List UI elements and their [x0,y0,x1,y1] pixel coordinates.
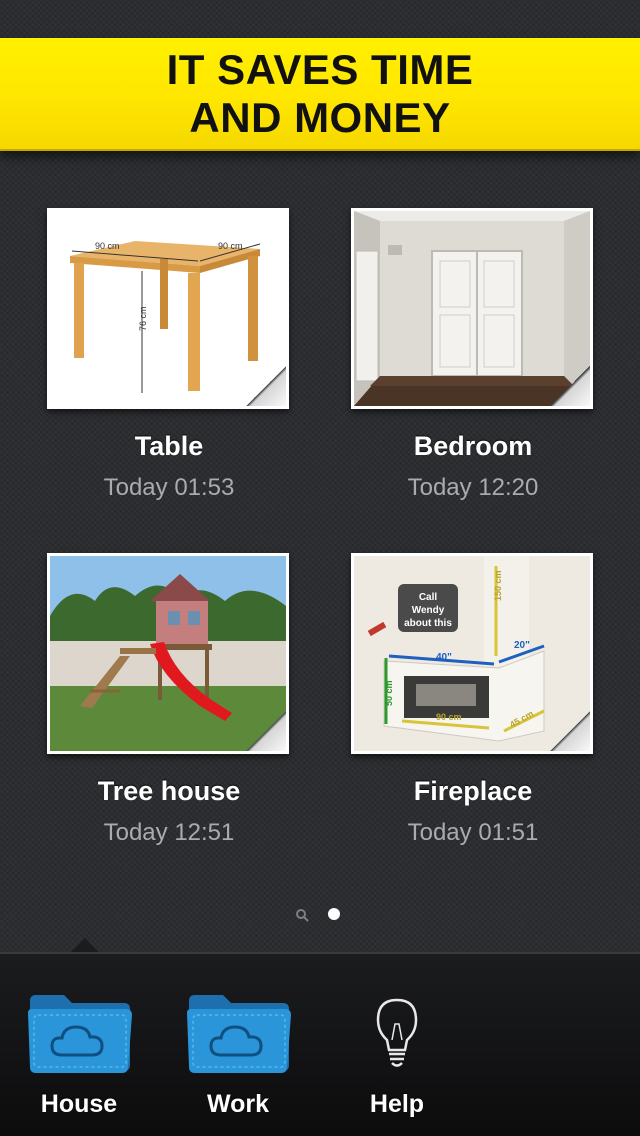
project-time: Today 12:51 [103,819,235,846]
page-control[interactable] [295,906,345,922]
project-time: Today 01:51 [407,819,539,846]
table-dim-depth: 90 cm [218,241,243,251]
promo-banner: IT SAVES TIME AND MONEY [0,38,640,151]
page-curl [547,708,590,751]
project-time: Today 12:20 [407,474,539,501]
project-card-bedroom[interactable]: Bedroom Today 12:20 [351,208,595,502]
project-title: Fireplace [413,776,533,806]
project-title: Tree house [97,776,241,806]
project-card-table[interactable]: 90 cm 90 cm 76 cm Table Today 01:53 [47,208,291,502]
project-title: Bedroom [413,431,533,461]
tab-bar: House Work Help [0,952,640,1136]
table-thumbnail[interactable]: 90 cm 90 cm 76 cm [47,208,289,409]
bedroom-thumbnail[interactable] [351,208,593,409]
project-card-fireplace[interactable]: Call Wendy about this 40" 20" 50 cm 90 c… [351,553,595,847]
tab-label: Work [206,1090,270,1118]
search-page-icon[interactable] [295,908,309,922]
tab-work[interactable]: Work [173,988,303,1119]
fireplace-thumbnail[interactable]: Call Wendy about this 40" 20" 50 cm 90 c… [351,553,593,754]
page-curl [243,363,286,406]
page-dot-active[interactable] [328,908,340,920]
folder-cloud-icon [14,988,144,1078]
tab-help[interactable]: Help [332,988,462,1119]
lightbulb-icon [332,988,462,1078]
fireplace-dim-c: 50 cm [384,680,394,706]
fireplace-dim-b: 20" [514,640,530,651]
table-dim-width: 90 cm [95,241,120,251]
fireplace-dim-d: 90 cm [436,712,462,722]
tab-label: House [40,1090,118,1118]
note-line-3: about this [404,618,452,629]
status-bar-area [0,0,640,38]
table-dim-height: 76 cm [138,306,148,331]
active-tab-indicator [70,938,100,953]
project-time: Today 01:53 [103,474,235,501]
folder-cloud-icon [173,988,303,1078]
fireplace-dim-a: 40" [436,652,452,663]
project-card-tree-house[interactable]: Tree house Today 12:51 [47,553,291,847]
note-line-1: Call [419,592,438,603]
page-curl [547,363,590,406]
tab-label: Help [369,1090,425,1118]
note-line-2: Wendy [412,605,445,616]
banner-line-1: IT SAVES TIME [166,45,474,93]
treehouse-thumbnail[interactable] [47,553,289,754]
page-curl [243,708,286,751]
tab-house[interactable]: House [14,988,144,1119]
project-title: Table [134,431,204,461]
fireplace-dim-e: 150 cm [493,570,503,601]
banner-line-2: AND MONEY [189,93,451,141]
